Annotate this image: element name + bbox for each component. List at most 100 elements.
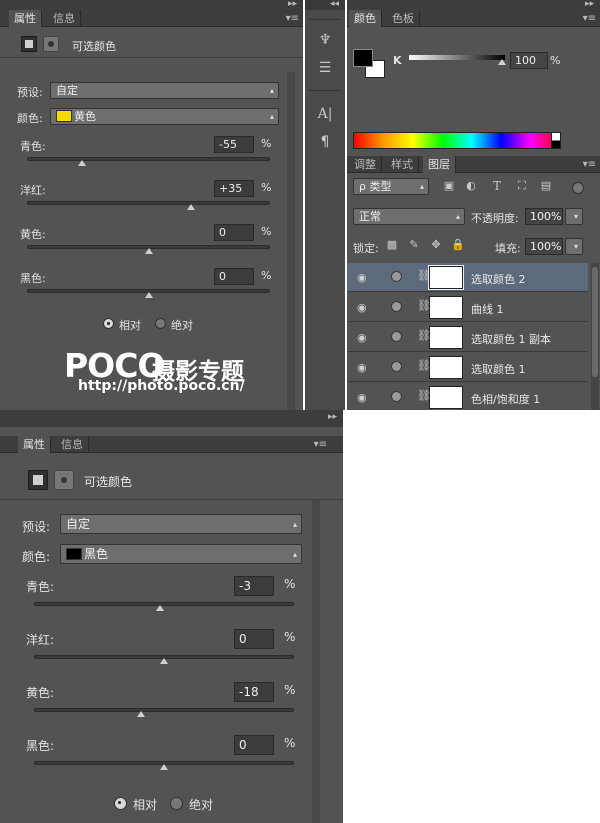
slider-value-input[interactable]: 0 <box>214 268 254 285</box>
layer-filter-select[interactable]: ρ 类型 ▴ <box>353 178 429 195</box>
opacity-dropdown[interactable]: ▾ <box>565 208 583 225</box>
lock-transparent-icon[interactable]: ▩ <box>385 238 399 251</box>
layer-mask-icon[interactable] <box>54 470 74 490</box>
tab-info[interactable]: 信息 <box>48 10 81 27</box>
character-icon[interactable]: A| <box>305 106 345 122</box>
layer-row[interactable]: ◉ ⛓ 选取颜色 1 <box>347 353 588 382</box>
layer-row[interactable]: ◉ ⛓ 选取颜色 1 副本 <box>347 323 588 352</box>
visibility-eye-icon[interactable]: ◉ <box>357 271 367 284</box>
tab-styles[interactable]: 样式 <box>386 156 419 173</box>
slider-track[interactable] <box>27 157 270 161</box>
scrollbar[interactable] <box>312 500 320 823</box>
layer-mask-thumbnail[interactable] <box>429 386 463 409</box>
blend-mode-select[interactable]: 正常 ▴ <box>353 208 465 225</box>
adjustment-thumbnail-icon[interactable] <box>391 331 402 342</box>
filter-type-icon[interactable]: T <box>490 179 504 193</box>
collapse-icon[interactable]: ▸▸ <box>585 0 594 9</box>
adjustment-thumbnail-icon[interactable] <box>391 361 402 372</box>
filter-adjustment-icon[interactable]: ◐ <box>464 179 478 192</box>
preset-select[interactable]: 自定 ▴ <box>50 82 279 99</box>
panel-menu-icon[interactable]: ▾≡ <box>286 10 299 27</box>
layer-row[interactable]: ◉ ⛓ 选取颜色 2 <box>347 263 588 292</box>
filter-shape-icon[interactable]: ⛶ <box>515 179 529 193</box>
layer-row[interactable]: ◉ ⛓ 曲线 1 <box>347 293 588 322</box>
k-slider-thumb[interactable] <box>498 59 506 65</box>
visibility-eye-icon[interactable]: ◉ <box>357 331 367 344</box>
adjustment-layer-icon[interactable] <box>28 470 48 490</box>
radio-relative[interactable] <box>114 797 127 810</box>
layer-name: 色相/饱和度 1 <box>471 393 541 406</box>
radio-absolute[interactable] <box>170 797 183 810</box>
color-select[interactable]: 黑色 ▴ <box>60 544 302 564</box>
slider-value-input[interactable]: 0 <box>214 224 254 241</box>
brush-preset-icon[interactable]: ♆ <box>305 32 345 48</box>
slider-value-input[interactable]: -18 <box>234 682 274 702</box>
tab-swatches[interactable]: 色板 <box>387 10 420 27</box>
paragraph-icon[interactable]: ¶ <box>305 134 345 150</box>
slider-value-input[interactable]: 0 <box>234 629 274 649</box>
layer-mask-thumbnail[interactable] <box>429 326 463 349</box>
lock-all-icon[interactable]: 🔒 <box>451 238 465 251</box>
k-slider-track[interactable] <box>409 55 505 60</box>
filter-toggle[interactable] <box>572 182 584 194</box>
layers-scrollbar[interactable] <box>591 263 599 410</box>
k-value-input[interactable]: 100 <box>510 52 548 69</box>
panel-menu-icon[interactable]: ▾≡ <box>314 436 327 453</box>
lock-image-icon[interactable]: ✎ <box>407 238 421 251</box>
slider-thumb[interactable] <box>144 248 153 254</box>
lock-position-icon[interactable]: ✥ <box>429 238 443 251</box>
layer-mask-icon[interactable] <box>43 36 59 52</box>
layer-mask-thumbnail[interactable] <box>429 296 463 319</box>
fill-input[interactable]: 100% <box>525 238 563 255</box>
fill-dropdown[interactable]: ▾ <box>565 238 583 255</box>
slider-value-input[interactable]: -55 <box>214 136 254 153</box>
slider-thumb[interactable] <box>77 160 86 166</box>
panel-menu-icon[interactable]: ▾≡ <box>583 156 596 173</box>
preset-select[interactable]: 自定 ▴ <box>60 514 302 534</box>
slider-value-input[interactable]: +35 <box>214 180 254 197</box>
collapse-icon[interactable]: ▸▸ <box>288 0 297 9</box>
slider-value-input[interactable]: 0 <box>234 735 274 755</box>
tab-layers[interactable]: 图层 <box>423 156 456 173</box>
layer-mask-thumbnail[interactable] <box>429 356 463 379</box>
adjustment-thumbnail-icon[interactable] <box>391 391 402 402</box>
adjustments-sliders-icon[interactable]: ☰ <box>305 60 345 76</box>
tab-properties[interactable]: 属性 <box>18 436 51 453</box>
slider-thumb[interactable] <box>156 605 165 611</box>
slider-value-input[interactable]: -3 <box>234 576 274 596</box>
color-select[interactable]: 黄色 ▴ <box>50 108 279 125</box>
radio-relative[interactable] <box>103 318 114 329</box>
visibility-eye-icon[interactable]: ◉ <box>357 391 367 404</box>
filter-smart-object-icon[interactable]: ▤ <box>539 179 553 192</box>
expand-icon[interactable]: ◂◂ <box>330 0 339 9</box>
adjustment-layer-icon[interactable] <box>21 36 37 52</box>
scrollbar[interactable] <box>287 72 295 410</box>
visibility-eye-icon[interactable]: ◉ <box>357 361 367 374</box>
tab-adjustments[interactable]: 调整 <box>349 156 382 173</box>
spectrum-black-white[interactable] <box>551 132 561 149</box>
percent-label: % <box>261 269 272 282</box>
collapse-icon[interactable]: ▸▸ <box>328 412 337 422</box>
slider-track[interactable] <box>27 201 270 205</box>
tab-color[interactable]: 颜色 <box>349 10 382 27</box>
foreground-color-swatch[interactable] <box>353 49 373 67</box>
filter-pixel-icon[interactable]: ▣ <box>442 179 456 192</box>
slider-thumb[interactable] <box>160 764 168 770</box>
panel-menu-icon[interactable]: ▾≡ <box>583 10 596 27</box>
opacity-input[interactable]: 100% <box>525 208 563 225</box>
color-spectrum-bar[interactable] <box>353 132 561 149</box>
adjustment-thumbnail-icon[interactable] <box>391 301 402 312</box>
visibility-eye-icon[interactable]: ◉ <box>357 301 367 314</box>
slider-thumb[interactable] <box>160 658 168 664</box>
layer-row[interactable]: ◉ ⛓ 色相/饱和度 1 <box>347 383 588 410</box>
layer-mask-thumbnail[interactable] <box>428 265 464 290</box>
slider-track[interactable] <box>34 708 294 712</box>
radio-absolute[interactable] <box>155 318 166 329</box>
slider-thumb[interactable] <box>136 711 145 717</box>
slider-thumb[interactable] <box>144 292 153 298</box>
adjustment-thumbnail-icon[interactable] <box>391 271 402 282</box>
slider-thumb[interactable] <box>187 204 196 210</box>
slider-label: 洋红: <box>20 184 46 197</box>
tab-info[interactable]: 信息 <box>56 436 89 453</box>
tab-properties[interactable]: 属性 <box>9 10 42 27</box>
